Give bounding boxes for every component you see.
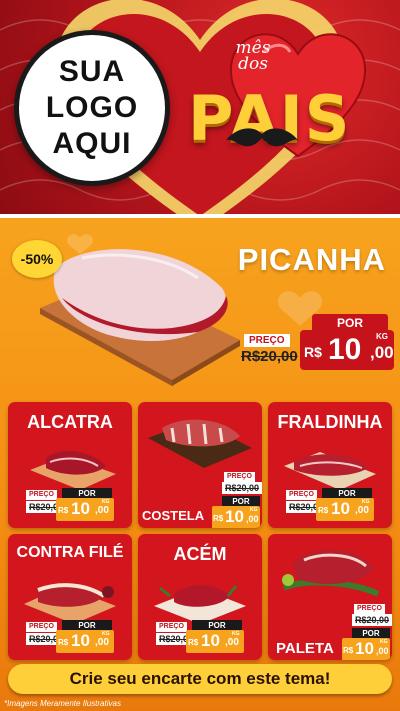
product-card-alcatra[interactable]: ALCATRA PREÇO R$20,00 POR R$ 10 ,00 KG (8, 402, 132, 528)
old-price-label: PREÇO (224, 472, 255, 482)
alcatra-image (30, 451, 116, 490)
price-tag: PREÇO R$20,00 POR R$ 10 ,00 KG (26, 488, 114, 522)
price-integer: 10 (201, 631, 220, 650)
price-tag: PREÇO R$20,00 POR R$ 10 ,00 KG (26, 620, 114, 654)
price-integer: 10 (331, 499, 350, 518)
featured-price-tag: PREÇO R$20,00 POR R$ 10 ,00 KG (238, 310, 394, 372)
product-name: PALETA (276, 640, 334, 657)
product-card-paleta[interactable]: PALETA PREÇO R$20,00 POR R$ 10 ,00 KG (268, 534, 392, 660)
offers-panel: -50% PICANHA PREÇO R$20,00 POR R$ 10 ,00… (0, 214, 400, 711)
campaign-subtitle: mês dos (218, 40, 288, 74)
product-name: FRALDINHA (277, 412, 383, 432)
old-price-label: PREÇO (244, 334, 290, 347)
currency-symbol: R$ (343, 646, 354, 655)
product-card-costela[interactable]: COSTELA PREÇO R$20,00 POR R$ 10 ,00 KG (138, 402, 262, 528)
price-integer: 10 (71, 499, 90, 518)
product-card-acem[interactable]: ACÉM PREÇO R$20,00 POR R$ 10 ,00 KG (138, 534, 262, 660)
price-decimal: ,00 (246, 514, 259, 524)
acem-image (154, 585, 246, 624)
old-price: R$20,00 (352, 614, 392, 626)
product-name: ACÉM (173, 544, 227, 564)
price-tag: PREÇO R$20,00 POR R$ 10 ,00 KG (286, 488, 374, 522)
price-decimal: ,00 (376, 646, 389, 656)
old-price-label: PREÇO (354, 604, 385, 614)
price-unit: KG (232, 631, 240, 637)
discount-badge: -50% (12, 240, 62, 278)
price-integer: 10 (225, 507, 244, 526)
currency-symbol: R$ (58, 638, 69, 647)
costela-image (148, 419, 252, 468)
currency-symbol: R$ (304, 344, 322, 360)
old-price-label: PREÇO (26, 622, 57, 632)
new-price: R$ 10 ,00 KG (342, 638, 390, 660)
logo-line-3: AQUI (52, 127, 132, 160)
product-name: COSTELA (142, 508, 205, 523)
currency-symbol: R$ (58, 506, 69, 515)
cta-banner[interactable]: Crie seu encarte com este tema! (8, 664, 392, 694)
currency-symbol: R$ (188, 638, 199, 647)
price-integer: 10 (328, 333, 362, 366)
contra-file-image (24, 582, 116, 624)
fraldinha-image (284, 452, 376, 490)
paleta-image (282, 549, 380, 597)
currency-symbol: R$ (318, 506, 329, 515)
price-decimal: ,00 (95, 505, 109, 516)
product-name: CONTRA FILÉ (16, 544, 124, 561)
product-card-fraldinha[interactable]: FRALDINHA PREÇO R$20,00 POR R$ 10 ,00 KG (268, 402, 392, 528)
old-price-label: PREÇO (156, 622, 187, 632)
logo-placeholder[interactable]: SUA LOGO AQUI (14, 30, 170, 186)
product-name: ALCATRA (27, 412, 113, 432)
new-price: R$ 10 ,00 KG (56, 630, 114, 653)
disclaimer-text: *Imagens Meramente Ilustrativas (4, 699, 121, 708)
price-tag: PREÇO R$20,00 POR R$ 10 ,00 KG (156, 620, 244, 654)
new-price: R$ 10 ,00 KG (56, 498, 114, 521)
campaign-line-2: dos (238, 54, 268, 74)
price-integer: 10 (355, 639, 374, 658)
header-banner: SUA LOGO AQUI mês dos PAIS (0, 0, 400, 215)
featured-product-name: PICANHA (237, 242, 386, 277)
price-decimal: ,00 (95, 637, 109, 648)
new-price: R$ 10 ,00 KG (316, 498, 374, 521)
logo-line-2: LOGO (45, 91, 139, 124)
mustache-icon (226, 128, 298, 147)
price-unit: KG (250, 507, 258, 513)
price-decimal: ,00 (370, 343, 394, 362)
new-price: R$ 10 ,00 KG (186, 630, 244, 653)
old-price-label: PREÇO (286, 490, 317, 500)
old-price-label: PREÇO (26, 490, 57, 500)
price-tag: PREÇO R$20,00 POR R$ 10 ,00 KG (302, 604, 392, 660)
price-unit: KG (102, 499, 110, 505)
price-unit: KG (362, 499, 370, 505)
new-price: R$ 10 ,00 KG (300, 330, 394, 370)
price-tag: PREÇO R$20,00 POR R$ 10 ,00 KG (172, 472, 262, 528)
currency-symbol: R$ (213, 514, 224, 523)
campaign-badge: mês dos PAIS (180, 18, 395, 198)
price-unit: KG (380, 639, 388, 645)
product-card-contra-file[interactable]: CONTRA FILÉ PREÇO R$20,00 POR R$ 10 ,00 … (8, 534, 132, 660)
price-unit: KG (102, 631, 110, 637)
new-price: R$ 10 ,00 KG (212, 506, 260, 528)
price-unit: KG (376, 332, 388, 341)
price-integer: 10 (71, 631, 90, 650)
price-decimal: ,00 (225, 637, 239, 648)
logo-line-1: SUA (58, 55, 126, 88)
old-price: R$20,00 (241, 348, 298, 365)
featured-offer[interactable]: -50% PICANHA PREÇO R$20,00 POR R$ 10 ,00… (0, 218, 400, 396)
price-decimal: ,00 (355, 505, 369, 516)
old-price: R$20,00 (222, 482, 262, 494)
